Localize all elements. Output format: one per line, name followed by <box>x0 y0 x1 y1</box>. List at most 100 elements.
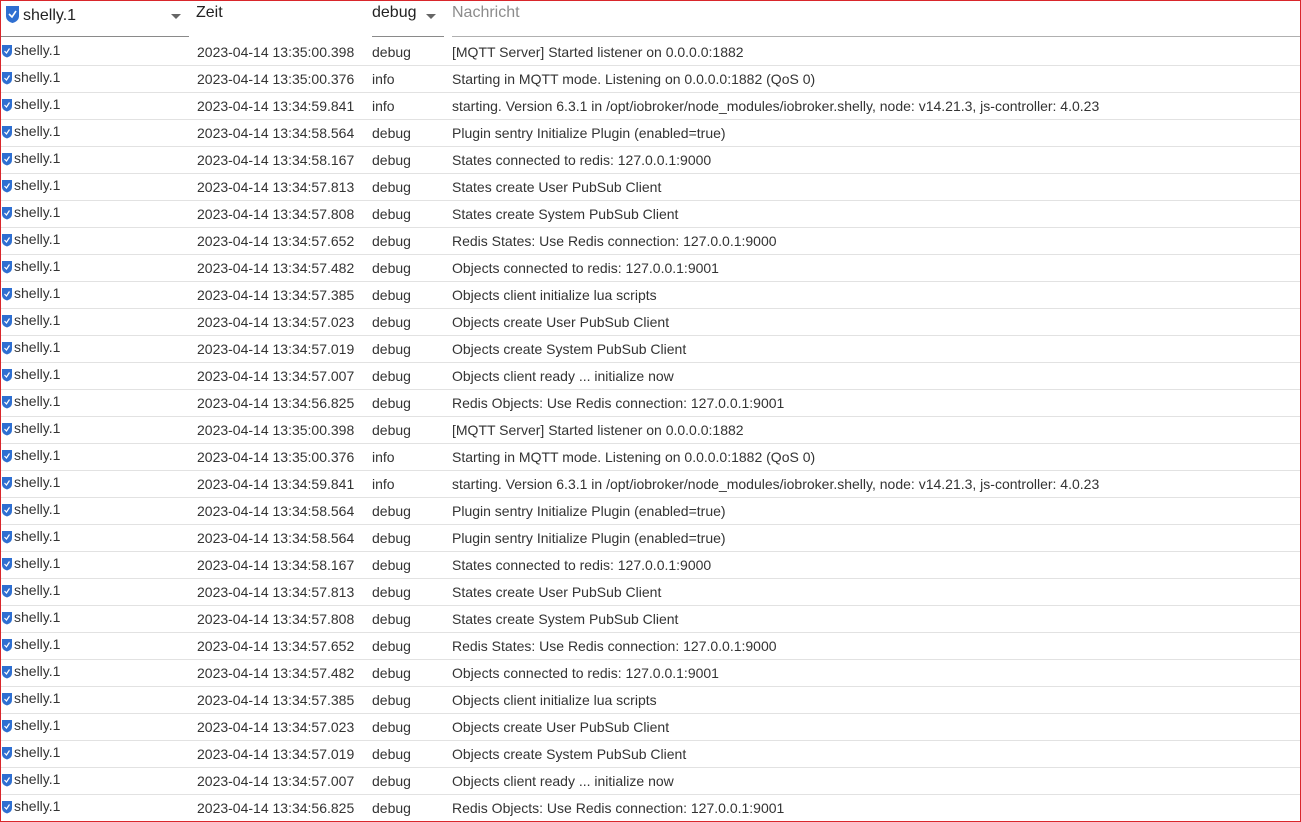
log-time: 2023-04-14 13:34:56.825 <box>197 800 355 816</box>
log-time: 2023-04-14 13:34:56.825 <box>197 395 355 411</box>
log-time: 2023-04-14 13:34:57.023 <box>197 719 355 735</box>
log-level: debug <box>372 152 411 168</box>
log-source-label: shelly.1 <box>14 690 61 706</box>
log-time: 2023-04-14 13:35:00.398 <box>197 422 355 438</box>
log-source: shelly.1 <box>1 471 60 497</box>
log-row: shelly.1 2023-04-14 13:34:57.023 debug Obje… <box>1 309 1300 336</box>
log-time: 2023-04-14 13:34:57.019 <box>197 746 355 762</box>
log-row: shelly.1 2023-04-14 13:34:57.813 debug Stat… <box>1 579 1300 606</box>
shelly-adapter-icon <box>2 369 12 382</box>
chevron-down-icon[interactable] <box>171 14 181 19</box>
log-message: States create System PubSub Client <box>452 611 679 627</box>
log-time: 2023-04-14 13:34:57.808 <box>197 611 355 627</box>
log-time: 2023-04-14 13:34:57.813 <box>197 179 355 195</box>
shelly-adapter-icon <box>2 774 12 787</box>
log-source: shelly.1 <box>1 579 60 605</box>
log-message: States create User PubSub Client <box>452 584 662 600</box>
log-level: debug <box>372 179 411 195</box>
log-row: shelly.1 2023-04-14 13:34:57.482 debug Obje… <box>1 660 1300 687</box>
log-time: 2023-04-14 13:34:57.385 <box>197 287 355 303</box>
log-row: shelly.1 2023-04-14 13:34:57.007 debug Obje… <box>1 363 1300 390</box>
log-source: shelly.1 <box>1 660 60 686</box>
log-source: shelly.1 <box>1 66 60 92</box>
log-message: Objects client ready ... initialize now <box>452 773 674 789</box>
shelly-adapter-icon <box>2 747 12 760</box>
log-level: debug <box>372 692 411 708</box>
log-row: shelly.1 2023-04-14 13:34:57.652 debug Redi… <box>1 633 1300 660</box>
log-level: info <box>372 98 395 114</box>
log-level: debug <box>372 719 411 735</box>
log-time: 2023-04-14 13:35:00.398 <box>197 44 355 60</box>
log-source: shelly.1 <box>1 444 60 470</box>
log-level: debug <box>372 314 411 330</box>
log-level: debug <box>372 44 411 60</box>
log-level: debug <box>372 746 411 762</box>
log-time: 2023-04-14 13:34:57.652 <box>197 638 355 654</box>
log-message: States connected to redis: 127.0.0.1:900… <box>452 152 712 168</box>
log-source: shelly.1 <box>1 282 60 308</box>
log-source: shelly.1 <box>1 336 60 362</box>
time-column-header: Zeit <box>196 1 366 37</box>
source-filter-select[interactable]: shelly.1 <box>1 1 189 37</box>
shelly-adapter-icon <box>2 153 12 166</box>
log-time: 2023-04-14 13:34:57.019 <box>197 341 355 357</box>
log-level: debug <box>372 125 411 141</box>
log-level: debug <box>372 206 411 222</box>
log-level: debug <box>372 773 411 789</box>
log-message: Objects create User PubSub Client <box>452 719 670 735</box>
log-level: info <box>372 71 395 87</box>
log-message: Objects client ready ... initialize now <box>452 368 674 384</box>
log-level: debug <box>372 530 411 546</box>
log-time: 2023-04-14 13:34:57.482 <box>197 665 355 681</box>
shelly-adapter-icon <box>2 288 12 301</box>
time-column-label: Zeit <box>196 4 223 21</box>
log-source-label: shelly.1 <box>14 150 61 166</box>
shelly-adapter-icon <box>2 342 12 355</box>
shelly-adapter-icon <box>2 126 12 139</box>
log-source: shelly.1 <box>1 390 60 416</box>
log-time: 2023-04-14 13:34:57.813 <box>197 584 355 600</box>
message-filter-input[interactable]: Nachricht <box>452 1 1300 37</box>
log-message: Objects create User PubSub Client <box>452 314 670 330</box>
shelly-adapter-icon <box>2 504 12 517</box>
log-source: shelly.1 <box>1 228 60 254</box>
log-source-label: shelly.1 <box>14 177 61 193</box>
log-row: shelly.1 2023-04-14 13:34:57.652 debug Redi… <box>1 228 1300 255</box>
log-level: debug <box>372 395 411 411</box>
log-message: Plugin sentry Initialize Plugin (enabled… <box>452 125 726 141</box>
log-level: debug <box>372 260 411 276</box>
log-row: shelly.1 2023-04-14 13:34:58.564 debug Plug… <box>1 498 1300 525</box>
shelly-adapter-icon <box>2 639 12 652</box>
log-level: debug <box>372 557 411 573</box>
shelly-adapter-icon <box>6 5 19 23</box>
log-level: debug <box>372 287 411 303</box>
log-source-label: shelly.1 <box>14 366 61 382</box>
log-source: shelly.1 <box>1 525 60 551</box>
log-time: 2023-04-14 13:34:57.808 <box>197 206 355 222</box>
log-source: shelly.1 <box>1 309 60 335</box>
log-table-body: shelly.1 2023-04-14 13:35:00.398 debug [MQT… <box>1 39 1300 821</box>
log-row: shelly.1 2023-04-14 13:34:58.167 debug Stat… <box>1 552 1300 579</box>
log-source-label: shelly.1 <box>14 663 61 679</box>
chevron-down-icon[interactable] <box>426 14 436 19</box>
shelly-adapter-icon <box>2 450 12 463</box>
log-time: 2023-04-14 13:34:58.167 <box>197 557 355 573</box>
log-source-label: shelly.1 <box>14 258 61 274</box>
log-message: Objects client initialize lua scripts <box>452 692 657 708</box>
message-filter-placeholder: Nachricht <box>452 3 520 21</box>
log-message: States create User PubSub Client <box>452 179 662 195</box>
log-source-label: shelly.1 <box>14 312 61 328</box>
level-filter-select[interactable]: debug <box>372 1 444 37</box>
log-source-label: shelly.1 <box>14 447 61 463</box>
log-source-label: shelly.1 <box>14 420 61 436</box>
log-level: info <box>372 449 395 465</box>
shelly-adapter-icon <box>2 396 12 409</box>
log-source: shelly.1 <box>1 363 60 389</box>
log-message: Starting in MQTT mode. Listening on 0.0.… <box>452 71 816 87</box>
log-source: shelly.1 <box>1 714 60 740</box>
log-level: info <box>372 476 395 492</box>
log-row: shelly.1 2023-04-14 13:34:57.023 debug Obje… <box>1 714 1300 741</box>
shelly-adapter-icon <box>2 45 12 58</box>
shelly-adapter-icon <box>2 261 12 274</box>
log-level: debug <box>372 584 411 600</box>
